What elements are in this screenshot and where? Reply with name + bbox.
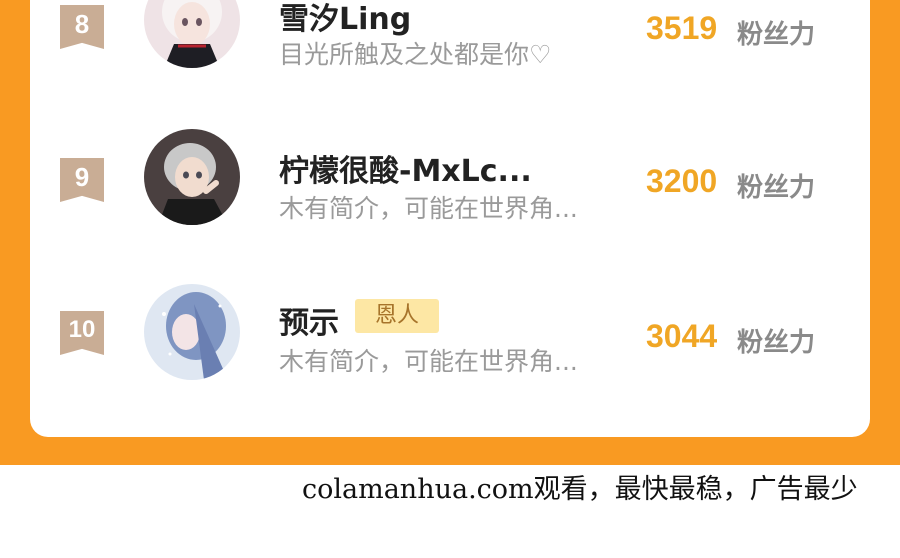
rank-number: 10 (68, 316, 96, 343)
fan-score-unit: 粉丝力 (737, 173, 816, 203)
fan-score-unit: 粉丝力 (737, 328, 816, 358)
fan-score: 3044 (646, 318, 718, 354)
benefactor-tag: 恩人 (355, 299, 440, 333)
rank-badge: 10 (60, 311, 104, 355)
user-name[interactable]: 雪汐Ling (279, 0, 411, 38)
fan-score: 3519 (646, 10, 718, 46)
rank-badge: 9 (60, 158, 104, 202)
user-bio: 木有简介，可能在世界角... (279, 347, 578, 376)
ranking-row[interactable]: 9 柠檬很酸-MxLc... 木有简介，可能在世界角... 3200 粉丝力 (0, 125, 900, 235)
ranking-row[interactable]: 8 雪汐Ling 目光所触及之处都是你♡ 3519 粉丝力 (0, 0, 900, 82)
avatar[interactable] (144, 0, 240, 68)
ranking-row[interactable]: 10 预示 恩人 木有简介，可能在世界角... 3044 粉丝力 (0, 278, 900, 388)
avatar[interactable] (144, 284, 240, 380)
user-name[interactable]: 柠檬很酸-MxLc... (279, 146, 532, 190)
fan-score: 3200 (646, 163, 718, 199)
user-bio: 木有简介，可能在世界角... (279, 194, 578, 223)
rank-number: 9 (74, 162, 90, 192)
fan-score-unit: 粉丝力 (737, 20, 816, 50)
user-bio: 目光所触及之处都是你♡ (279, 40, 552, 69)
user-name[interactable]: 预示 (279, 298, 339, 342)
watermark-text: colamanhua.com观看，最快最稳，广告最少 (302, 474, 858, 505)
rank-badge: 8 (60, 5, 104, 49)
rank-number: 8 (74, 9, 90, 39)
avatar[interactable] (144, 129, 240, 225)
